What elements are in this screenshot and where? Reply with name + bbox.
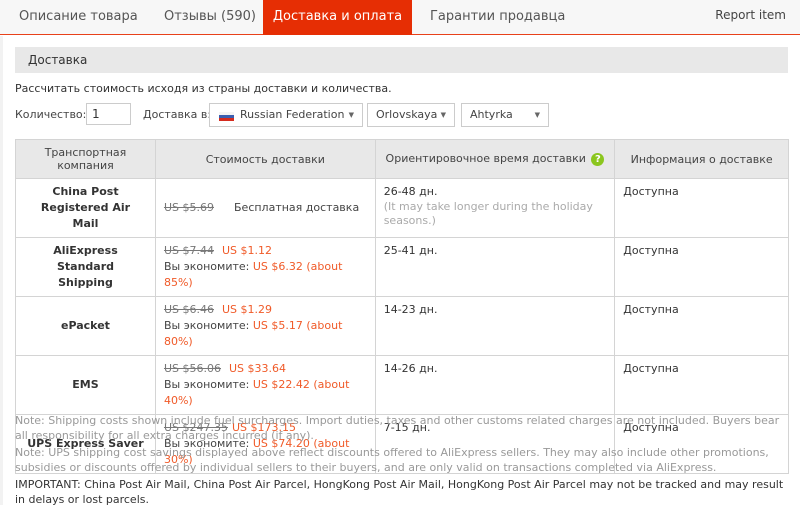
- old-price: US $5.69: [163, 201, 214, 214]
- tab-reviews[interactable]: Отзывы (590): [164, 0, 256, 35]
- table-row: AliExpress Standard Shipping US $7.44 US …: [15, 237, 789, 297]
- new-price: US $1.12: [222, 244, 273, 257]
- region-value: Orlovskaya: [376, 108, 438, 121]
- cost-cell: US $6.46 US $1.29 Вы экономите: US $5.17 …: [154, 296, 376, 356]
- left-edge: [0, 36, 3, 505]
- new-price: US $1.29: [222, 303, 273, 316]
- save-label: Вы экономите:: [163, 260, 250, 273]
- old-price: US $56.06: [163, 362, 221, 375]
- chevron-down-icon: ▼: [348, 111, 354, 119]
- chevron-down-icon: ▼: [534, 111, 540, 119]
- header-time: Ориентировочное время доставки ?: [374, 139, 616, 179]
- country-select[interactable]: Russian Federation ▼: [209, 103, 363, 127]
- table-header-row: Транспортная компания Стоимость доставки…: [15, 139, 789, 179]
- header-company: Транспортная компания: [15, 139, 156, 179]
- shipping-form: Количество: Доставка в: Russian Federati…: [15, 103, 795, 127]
- table-row: EMS US $56.06 US $33.64 Вы экономите: US …: [15, 355, 789, 415]
- new-price: US $33.64: [229, 362, 287, 375]
- info-cell: Доступна: [614, 355, 789, 415]
- company-name: China Post Registered Air Mail: [15, 178, 156, 238]
- ship-to-label: Доставка в:: [143, 108, 212, 121]
- free-shipping: Бесплатная доставка: [234, 201, 360, 214]
- note-ups-savings: Note: UPS shipping cost savings displaye…: [15, 446, 769, 474]
- country-value: Russian Federation: [240, 108, 345, 121]
- delivery-time: 26-48 дн.: [383, 185, 438, 198]
- time-cell: 26-48 дн. (It may take longer during the…: [374, 178, 616, 238]
- delivery-time: 14-23 дн.: [374, 296, 616, 356]
- delivery-time: 14-26 дн.: [374, 355, 616, 415]
- chevron-down-icon: ▼: [440, 111, 446, 119]
- tab-seller-guarantees[interactable]: Гарантии продавца: [430, 0, 565, 35]
- old-price: US $7.44: [163, 244, 214, 257]
- delivery-time-note: (It may take longer during the holiday s…: [383, 200, 593, 227]
- calc-description: Рассчитать стоимость исходя из страны до…: [15, 82, 392, 95]
- cost-cell: US $5.69 Бесплатная доставка: [154, 178, 376, 238]
- header-info: Информация о доставке: [614, 139, 789, 179]
- russia-flag-icon: [219, 112, 234, 121]
- quantity-input[interactable]: [86, 103, 131, 125]
- company-name: ePacket: [15, 296, 156, 356]
- note-fuel-surcharges: Note: Shipping costs shown include fuel …: [15, 414, 780, 442]
- old-price: US $6.46: [163, 303, 214, 316]
- table-row: China Post Registered Air Mail US $5.69 Б…: [15, 178, 789, 238]
- report-item-link[interactable]: Report item: [715, 0, 786, 30]
- table-row: ePacket US $6.46 US $1.29 Вы экономите: U…: [15, 296, 789, 356]
- help-icon[interactable]: ?: [591, 152, 605, 166]
- city-value: Ahtyrka: [470, 108, 513, 121]
- tab-description[interactable]: Описание товара: [19, 0, 138, 35]
- cost-cell: US $56.06 US $33.64 Вы экономите: US $22.…: [154, 355, 376, 415]
- save-label: Вы экономите:: [163, 378, 250, 391]
- save-label: Вы экономите:: [163, 319, 250, 332]
- info-cell: Доступна: [614, 237, 789, 297]
- tab-shipping-payment[interactable]: Доставка и оплата: [263, 0, 412, 35]
- notes-section: Note: Shipping costs shown include fuel …: [15, 413, 795, 505]
- tab-bar: Описание товара Отзывы (590) Доставка и …: [0, 0, 800, 35]
- important-notice: IMPORTANT: China Post Air Mail, China Po…: [15, 478, 784, 505]
- region-select[interactable]: Orlovskaya ▼: [367, 103, 455, 127]
- cost-cell: US $7.44 US $1.12 Вы экономите: US $6.32 …: [154, 237, 376, 297]
- company-name: AliExpress Standard Shipping: [15, 237, 156, 297]
- company-name: EMS: [15, 355, 156, 415]
- city-select[interactable]: Ahtyrka ▼: [461, 103, 549, 127]
- info-cell: Доступна: [614, 178, 789, 238]
- quantity-label: Количество:: [15, 108, 87, 121]
- info-cell: Доступна: [614, 296, 789, 356]
- delivery-time: 25-41 дн.: [374, 237, 616, 297]
- section-title: Доставка: [28, 53, 88, 67]
- section-header: Доставка: [15, 47, 788, 73]
- header-cost: Стоимость доставки: [154, 139, 376, 179]
